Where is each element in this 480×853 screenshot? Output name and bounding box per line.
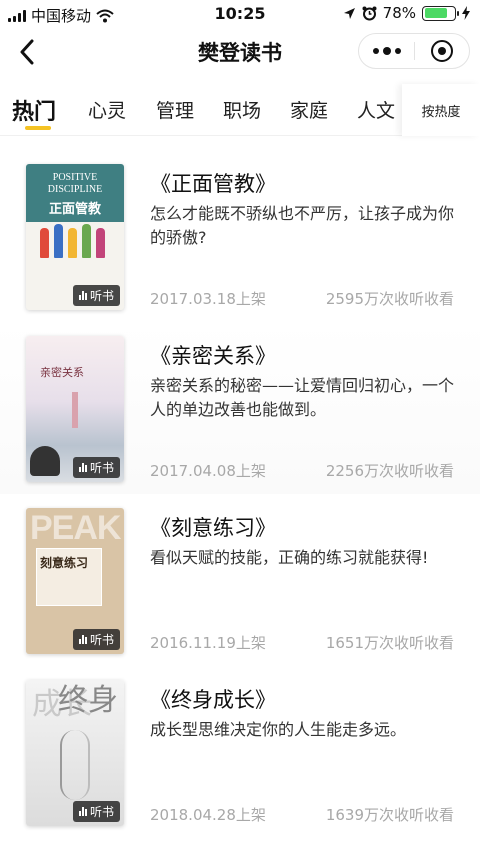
listen-badge: 听书 — [72, 457, 120, 478]
badge-label: 听书 — [89, 633, 114, 647]
cover-art — [72, 392, 78, 428]
book-cover: 亲密关系 听书 — [26, 336, 124, 482]
status-bar: 中国移动 10:25 78% — [0, 0, 480, 28]
book-title: 《刻意练习》 — [150, 516, 276, 540]
list-item[interactable]: POSITIVE DISCIPLINE 正面管教 听书 《正面管教》 怎么才能既… — [0, 150, 480, 322]
audio-icon — [78, 291, 87, 300]
tab-family[interactable]: 家庭 — [290, 96, 328, 123]
book-description: 成长型思维决定你的人生能走多远。 — [150, 720, 407, 739]
sort-label: 按热度 — [421, 104, 461, 120]
badge-label: 听书 — [89, 461, 114, 475]
mini-program-capsule — [358, 33, 470, 69]
audio-icon — [78, 635, 87, 644]
alarm-icon — [362, 6, 377, 20]
book-title: 《正面管教》 — [150, 172, 276, 196]
book-date: 2018.04.28上架 — [150, 806, 266, 824]
tab-career[interactable]: 职场 — [223, 96, 261, 123]
status-right: 78% — [343, 4, 470, 22]
close-icon — [430, 40, 453, 62]
listen-count: 2256万次收听收看 — [325, 462, 454, 480]
cover-chinese-title: 刻意练习 — [40, 556, 89, 570]
badge-label: 听书 — [89, 805, 114, 819]
book-description: 怎么才能既不骄纵也不严厉，让孩子成为你的骄傲? — [150, 204, 455, 247]
audio-icon — [78, 463, 87, 472]
listen-badge: 听书 — [72, 285, 120, 306]
book-date: 2017.03.18上架 — [150, 290, 266, 308]
battery-level — [424, 8, 448, 18]
charging-icon — [462, 6, 470, 20]
listen-badge: 听书 — [72, 801, 120, 822]
more-button[interactable] — [359, 34, 414, 68]
badge-label: 听书 — [89, 289, 114, 303]
nav-bar: 樊登读书 — [0, 28, 480, 76]
tab-humanities[interactable]: 人文 — [357, 96, 395, 123]
audio-icon — [78, 807, 87, 816]
cover-chinese-title: 正面管教 — [48, 202, 101, 217]
cover-chinese-title: 亲密关系 — [40, 367, 84, 379]
listen-count: 2595万次收听收看 — [325, 290, 454, 308]
listen-count: 1639万次收听收看 — [325, 806, 454, 824]
cover-chinese-title: 终身 — [58, 683, 118, 718]
battery-icon — [422, 5, 459, 21]
book-title: 《亲密关系》 — [150, 344, 276, 368]
cover-photo — [30, 446, 60, 476]
sort-by-popularity-button[interactable]: 按热度 — [402, 84, 480, 136]
cover-english-title: PEAK — [30, 509, 121, 547]
book-date: 2016.11.19上架 — [150, 634, 266, 652]
book-title: 《终身成长》 — [150, 688, 276, 712]
list-item[interactable]: 成长 终身 听书 《终身成长》 成长型思维决定你的人生能走多远。 2018.04… — [0, 666, 480, 838]
cover-text: POSITIVE — [52, 172, 98, 183]
tab-mind[interactable]: 心灵 — [88, 96, 126, 123]
active-tab-indicator — [25, 126, 51, 130]
book-cover: PEAK 刻意练习 听书 — [26, 508, 124, 654]
book-date: 2017.04.08上架 — [150, 462, 266, 480]
cover-art — [60, 730, 90, 800]
list-item[interactable]: PEAK 刻意练习 听书 《刻意练习》 看似天赋的技能，正确的练习就能获得! 2… — [0, 494, 480, 666]
book-description: 亲密关系的秘密——让爱情回归初心，一个人的单边改善也能做到。 — [150, 376, 455, 419]
book-cover: 成长 终身 听书 — [26, 680, 124, 826]
location-icon — [343, 7, 355, 19]
cover-text: DISCIPLINE — [47, 184, 103, 195]
listen-count: 1651万次收听收看 — [325, 634, 454, 652]
battery-percent: 78% — [382, 4, 416, 22]
list-item[interactable]: 亲密关系 听书 《亲密关系》 亲密关系的秘密——让爱情回归初心，一个人的单边改善… — [0, 322, 480, 494]
tab-management[interactable]: 管理 — [156, 96, 194, 123]
book-cover: POSITIVE DISCIPLINE 正面管教 听书 — [26, 164, 124, 310]
tab-hot[interactable]: 热门 — [12, 94, 56, 126]
listen-badge: 听书 — [72, 629, 120, 650]
close-button[interactable] — [415, 34, 469, 68]
book-description: 看似天赋的技能，正确的练习就能获得! — [150, 548, 429, 567]
